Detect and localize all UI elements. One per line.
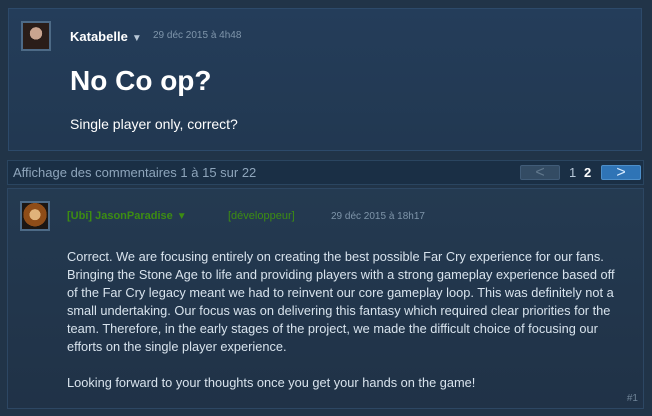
comment-date: 29 déc 2015 à 18h17 <box>331 211 425 222</box>
page-2-current: 2 <box>584 165 592 180</box>
comments-pager: Affichage des commentaires 1 à 15 sur 22… <box>7 160 644 185</box>
comment-paragraph: Correct. We are focusing entirely on cre… <box>67 249 615 354</box>
user-avatar[interactable] <box>21 21 51 51</box>
chevron-down-icon[interactable]: ▼ <box>132 33 142 44</box>
topic-author[interactable]: Katabelle ▼ <box>70 29 142 44</box>
comment-author[interactable]: [Ubi] JasonParadise ▼ <box>67 210 187 222</box>
comment-index[interactable]: #1 <box>627 393 638 404</box>
topic-post: Katabelle ▼ 29 déc 2015 à 4h48 No Co op? … <box>8 8 642 151</box>
developer-avatar[interactable] <box>20 201 50 231</box>
comment-body: Correct. We are focusing entirely on cre… <box>67 248 627 392</box>
next-page-button[interactable]: > <box>601 164 641 181</box>
chevron-down-icon[interactable]: ▼ <box>177 211 187 222</box>
topic-date: 29 déc 2015 à 4h48 <box>153 30 242 41</box>
topic-title: No Co op? <box>70 65 212 96</box>
topic-body: Single player only, correct? <box>70 116 238 132</box>
developer-role-badge: [développeur] <box>228 210 295 222</box>
comment-paragraph: Looking forward to your thoughts once yo… <box>67 375 476 390</box>
pager-summary: Affichage des commentaires 1 à 15 sur 22 <box>13 165 257 180</box>
prev-page-button[interactable]: < <box>520 164 560 181</box>
developer-comment: [Ubi] JasonParadise ▼ [développeur] 29 dé… <box>7 188 644 409</box>
page-1-link[interactable]: 1 <box>569 165 576 180</box>
